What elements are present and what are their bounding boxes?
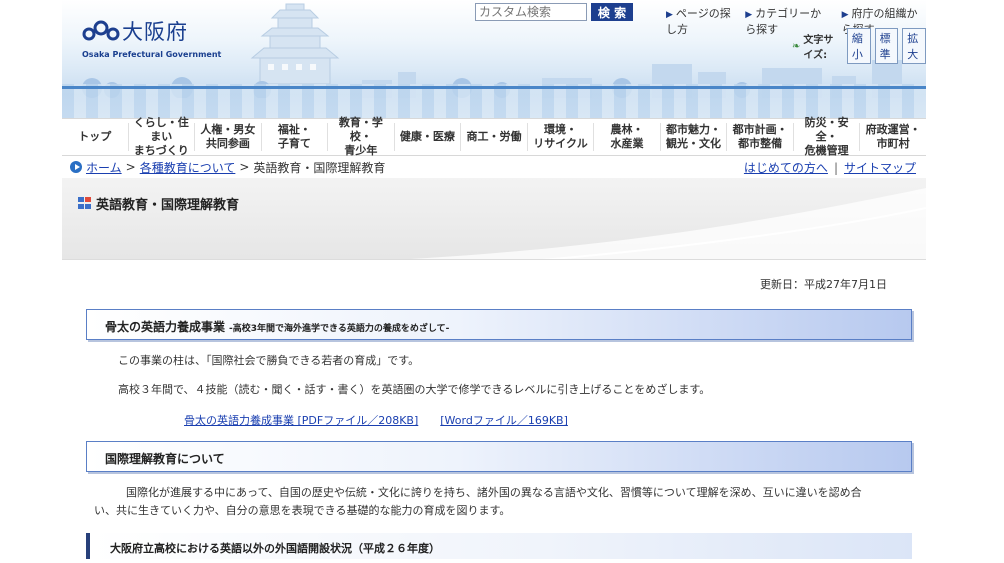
section-heading-text: 骨太の英語力養成事業 -高校3年間で海外進学できる英語力の養成をめざして-	[105, 318, 449, 335]
nav-item-label: 教育・学校・ 青少年	[338, 115, 383, 158]
leaf-icon: ❧	[792, 40, 801, 52]
international-paragraph-line1: 国際化が進展する中にあって、自国の歴史や伝統・文化に誇りを持ち、諸外国の異なる言…	[126, 486, 862, 499]
breadcrumb: ホーム > 各種教育について > 英語教育・国際理解教育 はじめての方へ | サイト…	[62, 156, 926, 178]
nav-item-label: 都市魅力・ 観光・文化	[666, 122, 722, 150]
nav-item-label: 防災・安全・ 危機管理	[804, 115, 849, 158]
nav-item-welfare[interactable]: 福祉・ 子育て	[260, 122, 328, 151]
search-box: 検 索	[475, 3, 633, 21]
arrow-icon: ▶	[841, 10, 849, 20]
word-download-link[interactable]: [Wordファイル／169KB]	[440, 414, 568, 427]
page-title-band: 英語教育・国際理解教育	[62, 178, 926, 260]
nav-item-label: 健康・医療	[399, 129, 455, 143]
osaka-mark-icon	[82, 20, 120, 41]
link-how-to-find-label: ページの探し方	[666, 7, 731, 36]
font-size-control: ❧ 文字サイズ: 縮小 標準 拡大	[792, 28, 926, 64]
nav-item-disaster[interactable]: 防災・安全・ 危機管理	[792, 116, 860, 157]
nav-item-urban-planning[interactable]: 都市計画・ 都市整備	[726, 123, 793, 151]
search-button[interactable]: 検 索	[591, 3, 633, 21]
breadcrumb-current: 英語教育・国際理解教育	[253, 160, 386, 175]
site-logo[interactable]: 大阪府	[82, 16, 188, 46]
decorative-swoosh	[409, 188, 926, 259]
nav-item-agriculture[interactable]: 農林・ 水産業	[593, 123, 660, 151]
breadcrumb-parent[interactable]: 各種教育について	[140, 159, 236, 176]
home-arrow-icon	[70, 161, 82, 173]
font-size-small-button[interactable]: 縮小	[846, 28, 871, 64]
nav-item-label: 農林・ 水産業	[610, 122, 644, 150]
breadcrumb-separator: >	[239, 160, 250, 174]
site-header: 大阪府 Osaka Prefectural Government 検 索 ▶ペー…	[62, 0, 926, 118]
nav-item-label: トップ	[78, 129, 112, 143]
nav-item-education[interactable]: 教育・学校・ 青少年	[327, 116, 394, 157]
font-size-standard-button[interactable]: 標準	[874, 28, 899, 64]
arrow-icon: ▶	[666, 10, 673, 20]
nav-item-label: 商工・労働	[466, 129, 522, 143]
link-how-to-find[interactable]: ▶ ページの探し方	[666, 5, 733, 37]
section-heading-international: 国際理解教育について	[86, 441, 912, 472]
nav-item-environment[interactable]: 環境・ リサイクル	[526, 122, 594, 151]
section-heading-text: 国際理解教育について	[105, 452, 225, 466]
pdf-download-link[interactable]: 骨太の英語力養成事業 [PDFファイル／208KB]	[184, 414, 418, 427]
divider: |	[833, 161, 838, 175]
nav-item-label: 府政運営・ 市町村	[865, 122, 921, 150]
nav-item-label: 福祉・ 子育て	[277, 122, 311, 150]
first-visit-link[interactable]: はじめての方へ	[744, 161, 828, 175]
program-paragraph-1: この事業の柱は、「国際社会で勝負できる若者の育成」です。	[118, 354, 420, 367]
nav-item-label: くらし・住まい まちづくり	[133, 115, 189, 158]
section-heading-main: 骨太の英語力養成事業	[105, 320, 226, 334]
title-squares-icon	[78, 197, 91, 209]
font-size-label: 文字サイズ:	[803, 35, 834, 61]
helper-links: はじめての方へ | サイトマップ	[744, 159, 916, 176]
nav-item-tourism[interactable]: 都市魅力・ 観光・文化	[659, 122, 727, 151]
nav-item-label: 環境・ リサイクル	[533, 122, 588, 150]
global-nav: トップ くらし・住まい まちづくり 人権・男女 共同参画 福祉・ 子育て 教育・…	[62, 116, 926, 157]
program-paragraph-2: 高校３年間で、４技能（読む・聞く・話す・書く）を英語圏の大学で修学できるレベルに…	[118, 383, 711, 396]
arrow-icon: ▶	[745, 10, 753, 20]
nav-item-top[interactable]: トップ	[62, 123, 128, 151]
font-size-large-button[interactable]: 拡大	[902, 28, 926, 64]
section-heading-english-program: 骨太の英語力養成事業 -高校3年間で海外進学できる英語力の養成をめざして-	[86, 309, 912, 340]
nav-item-label: 都市計画・ 都市整備	[732, 122, 788, 150]
sitemap-link[interactable]: サイトマップ	[844, 161, 916, 175]
nav-item-human-rights[interactable]: 人権・男女 共同参画	[194, 123, 261, 151]
nav-item-health[interactable]: 健康・医療	[393, 123, 461, 151]
logo-text: 大阪府	[122, 20, 188, 44]
nav-item-administration[interactable]: 府政運営・ 市町村	[859, 123, 926, 151]
breadcrumb-home[interactable]: ホーム	[86, 159, 122, 176]
section-heading-text: 大阪府立高校における英語以外の外国語開設状況（平成２６年度）	[110, 542, 440, 555]
updated-date: 更新日：平成27年7月1日	[760, 278, 887, 291]
nav-item-living[interactable]: くらし・住まい まちづくり	[127, 116, 195, 157]
logo-subtitle: Osaka Prefectural Government	[82, 50, 222, 59]
header-rule	[62, 86, 926, 89]
section-heading-sub: -高校3年間で海外進学できる英語力の養成をめざして-	[229, 324, 450, 334]
section-heading-foreign-languages: 大阪府立高校における英語以外の外国語開設状況（平成２６年度）	[86, 533, 912, 559]
river-band	[62, 84, 926, 118]
breadcrumb-separator: >	[125, 160, 136, 174]
download-links: 骨太の英語力養成事業 [PDFファイル／208KB] [Wordファイル／169K…	[184, 412, 590, 428]
page-title: 英語教育・国際理解教育	[96, 198, 240, 213]
search-input[interactable]	[475, 3, 587, 21]
international-paragraph-line2: い、共に生きていく力や、自分の意思を表現できる基礎的な能力の育成を図ります。	[94, 504, 511, 517]
nav-item-label: 人権・男女 共同参画	[200, 122, 256, 150]
nav-item-commerce[interactable]: 商工・労働	[460, 123, 527, 151]
